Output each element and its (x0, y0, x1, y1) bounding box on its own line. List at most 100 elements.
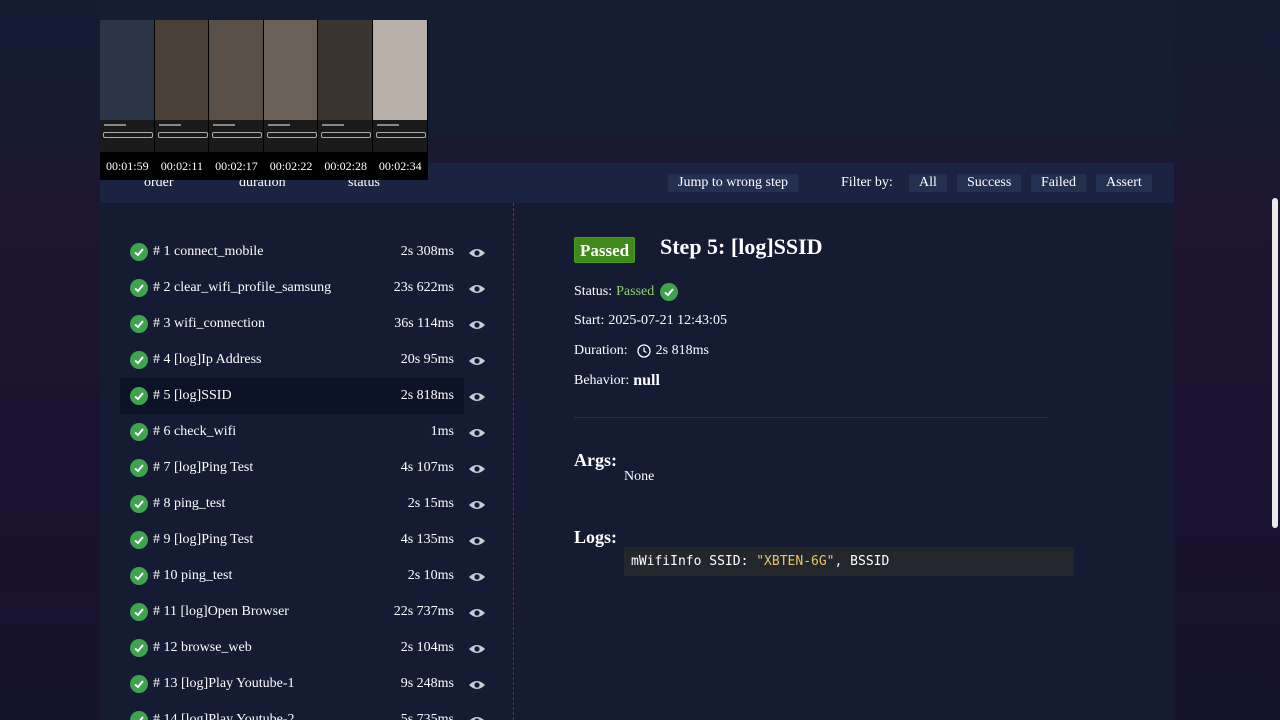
thumbnail-frame[interactable] (154, 20, 210, 152)
step-duration: 23s 622ms (393, 280, 454, 295)
eye-icon[interactable] (468, 391, 486, 403)
log-ssid-string: "XBTEN-6G" (756, 554, 835, 569)
step-row[interactable]: # 1 connect_mobile 2s 308ms (120, 234, 464, 270)
thumbnail-ui-strip (263, 120, 318, 152)
step-row[interactable]: # 11 [log]Open Browser 22s 737ms (120, 594, 464, 630)
detail-divider (574, 417, 1048, 418)
duration-value: 2s 818ms (655, 343, 709, 358)
eye-icon[interactable] (468, 679, 486, 691)
eye-icon[interactable] (468, 535, 486, 547)
video-thumbnail-strip[interactable]: 00:01:59 00:02:11 00:02:17 00:02:22 00:02:28… (100, 20, 428, 180)
thumbnail-image (100, 20, 154, 120)
page-scrollbar[interactable] (1272, 198, 1278, 528)
step-name: # 1 connect_mobile (153, 244, 264, 259)
duration-line: Duration: 2s 818ms (574, 343, 709, 359)
step-row[interactable]: # 14 [log]Play Youtube-2 5s 735ms (120, 702, 464, 720)
status-value: Passed (616, 284, 655, 299)
thumbnail-timestamp: 00:01:59 (105, 158, 149, 173)
step-name: # 10 ping_test (153, 568, 233, 583)
step-name: # 11 [log]Open Browser (153, 604, 289, 619)
step-title: Step 5: [log]SSID (660, 234, 823, 259)
step-row[interactable]: # 13 [log]Play Youtube-1 9s 248ms (120, 666, 464, 702)
filter-all-button[interactable]: All (909, 174, 947, 192)
check-circle-icon (130, 387, 148, 405)
check-circle-icon (130, 243, 148, 261)
eye-icon[interactable] (468, 463, 486, 475)
step-row[interactable]: # 3 wifi_connection 36s 114ms (120, 306, 464, 342)
status-line: Status: Passed (574, 283, 679, 301)
thumbnail-ui-strip (100, 120, 154, 152)
behavior-value: null (633, 372, 660, 389)
eye-icon[interactable] (468, 319, 486, 331)
step-row[interactable]: # 2 clear_wifi_profile_samsung 23s 622ms (120, 270, 464, 306)
step-name: # 8 ping_test (153, 496, 226, 511)
step-name: # 12 browse_web (153, 640, 252, 655)
step-row[interactable]: # 9 [log]Ping Test 4s 135ms (120, 522, 464, 558)
step-row[interactable]: # 4 [log]Ip Address 20s 95ms (120, 342, 464, 378)
filter-assert-button[interactable]: Assert (1096, 174, 1152, 192)
thumbnail-timestamp: 00:02:11 (160, 158, 203, 173)
step-row[interactable]: # 8 ping_test 2s 15ms (120, 486, 464, 522)
step-duration: 4s 107ms (400, 460, 454, 475)
check-circle-icon (130, 423, 148, 441)
step-row[interactable]: # 10 ping_test 2s 10ms (120, 558, 464, 594)
step-row[interactable]: # 6 check_wifi 1ms (120, 414, 464, 450)
log-output[interactable]: mWifiInfo SSID: "XBTEN-6G", BSSID (624, 547, 1074, 576)
jump-to-wrong-step-button[interactable]: Jump to wrong step (668, 174, 799, 192)
check-circle-icon (130, 603, 148, 621)
step-name: # 6 check_wifi (153, 424, 237, 439)
step-row[interactable]: # 7 [log]Ping Test 4s 107ms (120, 450, 464, 486)
logs-title: Logs: (574, 527, 618, 547)
duration-label: Duration: (574, 343, 628, 358)
check-circle-icon (130, 675, 148, 693)
check-circle-icon (130, 315, 148, 333)
thumbnail-frame[interactable] (100, 20, 155, 152)
eye-icon[interactable] (468, 499, 486, 511)
thumbnail-timestamp: 00:02:28 (324, 158, 367, 173)
filter-success-button[interactable]: Success (957, 174, 1022, 192)
step-duration: 36s 114ms (394, 316, 454, 331)
eye-icon[interactable] (468, 571, 486, 583)
step-duration: 9s 248ms (400, 676, 454, 691)
step-row[interactable]: # 12 browse_web 2s 104ms (120, 630, 464, 666)
step-name: # 5 [log]SSID (153, 388, 232, 403)
check-circle-icon (130, 711, 148, 720)
step-duration: 4s 135ms (400, 532, 454, 547)
step-duration: 2s 15ms (407, 496, 454, 511)
eye-icon[interactable] (468, 607, 486, 619)
thumbnail-frame[interactable] (209, 20, 264, 152)
eye-icon[interactable] (468, 715, 486, 720)
step-name: # 4 [log]Ip Address (153, 352, 262, 367)
thumbnail-ui-strip (318, 120, 372, 152)
thumbnail-image (318, 20, 372, 120)
start-line: Start: 2025-07-21 12:43:05 (574, 313, 727, 329)
step-duration: 5s 735ms (400, 712, 454, 720)
behavior-label: Behavior: (574, 373, 630, 388)
thumbnail-timestamp: 00:02:34 (378, 158, 422, 173)
filter-failed-button[interactable]: Failed (1031, 174, 1086, 192)
thumbnail-frame[interactable] (372, 20, 428, 152)
thumbnail-ui-strip (154, 120, 209, 152)
step-duration: 2s 10ms (407, 568, 454, 583)
step-duration: 2s 818ms (400, 388, 454, 403)
log-prefix: mWifiInfo SSID: (631, 554, 757, 569)
eye-icon[interactable] (468, 427, 486, 439)
thumbnail-image (372, 20, 427, 120)
check-circle-icon (130, 459, 148, 477)
eye-icon[interactable] (468, 247, 486, 259)
step-row[interactable]: # 5 [log]SSID 2s 818ms (120, 378, 464, 414)
thumbnail-frame[interactable] (263, 20, 319, 152)
thumbnail-timestamp: 00:02:17 (215, 158, 258, 173)
step-duration: 22s 737ms (393, 604, 454, 619)
eye-icon[interactable] (468, 355, 486, 367)
clock-icon (637, 344, 651, 358)
thumbnail-frame[interactable] (318, 20, 373, 152)
step-name: # 13 [log]Play Youtube-1 (153, 676, 295, 691)
step-duration: 20s 95ms (400, 352, 454, 367)
eye-icon[interactable] (468, 283, 486, 295)
eye-icon[interactable] (468, 643, 486, 655)
step-name: # 14 [log]Play Youtube-2 (153, 712, 295, 720)
check-circle-icon (130, 495, 148, 513)
thumbnail-ui-strip (372, 120, 427, 152)
start-value: 2025-07-21 12:43:05 (608, 313, 727, 328)
